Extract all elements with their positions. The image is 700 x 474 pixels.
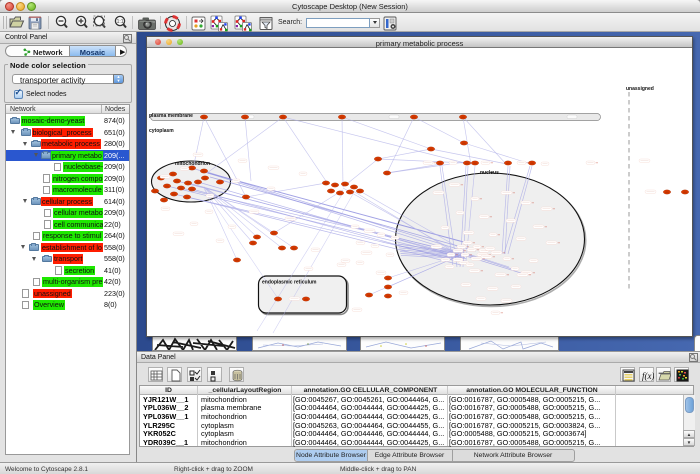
svg-text:endoplasmic reticulum: endoplasmic reticulum bbox=[262, 280, 317, 286]
svg-text:plasma membrane: plasma membrane bbox=[149, 113, 193, 119]
svg-text:unassigned: unassigned bbox=[626, 86, 654, 92]
svg-text:nucleus: nucleus bbox=[480, 170, 499, 176]
svg-text:f(x): f(x) bbox=[642, 371, 654, 381]
svg-text:mitochondrion: mitochondrion bbox=[175, 161, 210, 167]
svg-text:1:1: 1:1 bbox=[117, 19, 124, 25]
svg-text:cytoplasm: cytoplasm bbox=[149, 128, 174, 134]
